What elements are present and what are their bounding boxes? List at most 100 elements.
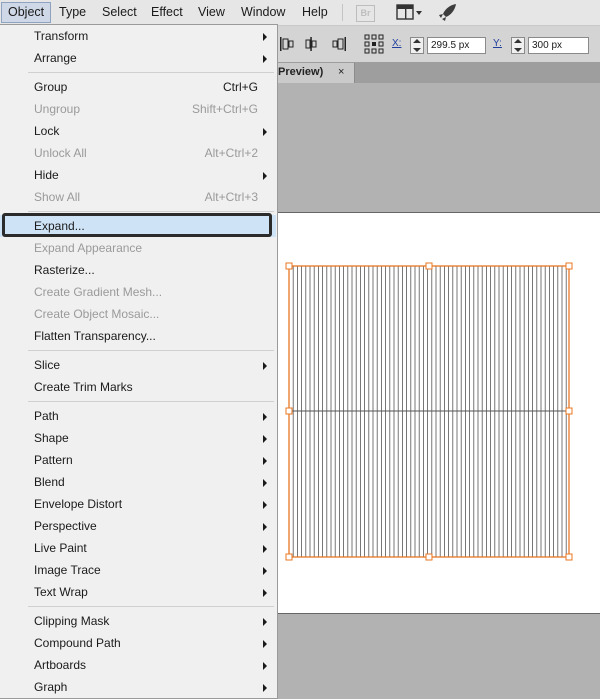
submenu-arrow-icon xyxy=(263,523,267,531)
submenu-arrow-icon xyxy=(263,172,267,180)
menu-item-shape[interactable]: Shape xyxy=(0,427,276,449)
menu-item-clipping-mask[interactable]: Clipping Mask xyxy=(0,610,276,632)
menu-item-label: Expand Appearance xyxy=(34,241,143,255)
menu-item-text-wrap[interactable]: Text Wrap xyxy=(0,581,276,603)
workspace-switcher-icon[interactable] xyxy=(396,4,424,21)
menu-item-pattern[interactable]: Pattern xyxy=(0,449,276,471)
menu-item-image-trace[interactable]: Image Trace xyxy=(0,559,276,581)
menu-item-label: Pattern xyxy=(34,453,73,467)
selected-striped-artwork[interactable] xyxy=(283,260,573,562)
menu-item-create-object-mosaic: Create Object Mosaic... xyxy=(0,303,276,325)
menu-item-label: Image Trace xyxy=(34,563,101,577)
menu-item-lock[interactable]: Lock xyxy=(0,120,276,142)
menu-item-label: Transform xyxy=(34,29,89,43)
menu-item-label: Create Trim Marks xyxy=(34,380,133,394)
submenu-arrow-icon xyxy=(263,545,267,553)
menu-item-label: Shape xyxy=(34,431,69,445)
x-field[interactable]: 299.5 px xyxy=(427,37,486,54)
menu-item-show-all: Show All Alt+Ctrl+3 xyxy=(0,186,276,208)
submenu-arrow-icon xyxy=(263,684,267,692)
submenu-arrow-icon xyxy=(263,662,267,670)
menu-type[interactable]: Type xyxy=(53,3,92,22)
menu-item-group[interactable]: Group Ctrl+G xyxy=(0,76,276,98)
menu-item-artboards[interactable]: Artboards xyxy=(0,654,276,676)
menu-item-label: Rasterize... xyxy=(34,263,95,277)
rocket-icon[interactable] xyxy=(438,3,458,22)
submenu-arrow-icon xyxy=(263,640,267,648)
submenu-arrow-icon xyxy=(263,33,267,41)
selection-handle[interactable] xyxy=(565,262,573,270)
menu-window[interactable]: Window xyxy=(235,3,291,22)
menu-separator xyxy=(28,401,274,402)
menu-item-label: Blend xyxy=(34,475,65,489)
submenu-arrow-icon xyxy=(263,479,267,487)
menu-item-hide[interactable]: Hide xyxy=(0,164,276,186)
menu-item-label: Show All xyxy=(34,190,81,204)
x-label: X: xyxy=(392,38,402,49)
align-right-icon[interactable] xyxy=(331,36,347,52)
y-field[interactable]: 300 px xyxy=(528,37,589,54)
selection-handle[interactable] xyxy=(285,553,293,561)
menu-item-live-paint[interactable]: Live Paint xyxy=(0,537,276,559)
align-left-icon[interactable] xyxy=(279,36,295,52)
menu-view[interactable]: View xyxy=(192,3,231,22)
submenu-arrow-icon xyxy=(263,435,267,443)
submenu-arrow-icon xyxy=(263,55,267,63)
document-tab-label: Preview) xyxy=(278,66,324,78)
menu-item-shortcut: Shift+Ctrl+G xyxy=(191,102,258,116)
menu-item-create-trim-marks[interactable]: Create Trim Marks xyxy=(0,376,276,398)
menu-item-transform[interactable]: Transform xyxy=(0,25,276,47)
selection-handle[interactable] xyxy=(425,262,433,270)
menu-item-flatten-transparency[interactable]: Flatten Transparency... xyxy=(0,325,276,347)
menu-item-blend[interactable]: Blend xyxy=(0,471,276,493)
x-stepper[interactable] xyxy=(410,37,424,54)
align-center-icon[interactable] xyxy=(303,36,319,52)
menu-item-label: Hide xyxy=(34,168,59,182)
menu-effect[interactable]: Effect xyxy=(145,3,189,22)
menu-item-label: Path xyxy=(34,409,59,423)
menu-help[interactable]: Help xyxy=(296,3,334,22)
menu-item-label: Live Paint xyxy=(34,541,87,555)
y-stepper[interactable] xyxy=(511,37,525,54)
menu-item-label: Perspective xyxy=(34,519,97,533)
menu-item-perspective[interactable]: Perspective xyxy=(0,515,276,537)
menu-item-label: Unlock All xyxy=(34,146,87,160)
selection-handle[interactable] xyxy=(565,407,573,415)
selection-handle[interactable] xyxy=(565,553,573,561)
close-icon[interactable]: × xyxy=(338,66,344,78)
menu-item-shortcut: Alt+Ctrl+3 xyxy=(204,190,258,204)
menu-item-envelope-distort[interactable]: Envelope Distort xyxy=(0,493,276,515)
menu-item-label: Text Wrap xyxy=(34,585,88,599)
menu-item-rasterize[interactable]: Rasterize... xyxy=(0,259,276,281)
selection-handle[interactable] xyxy=(285,262,293,270)
menu-item-arrange[interactable]: Arrange xyxy=(0,47,276,69)
menu-item-ungroup: Ungroup Shift+Ctrl+G xyxy=(0,98,276,120)
menu-item-label: Clipping Mask xyxy=(34,614,110,628)
menu-separator xyxy=(342,4,343,21)
menu-item-label: Create Gradient Mesh... xyxy=(34,285,163,299)
menu-item-create-gradient-mesh: Create Gradient Mesh... xyxy=(0,281,276,303)
menu-item-label: Compound Path xyxy=(34,636,121,650)
submenu-arrow-icon xyxy=(263,501,267,509)
reference-point-icon[interactable] xyxy=(364,34,384,54)
expand-highlight-callout xyxy=(2,213,272,237)
menu-bar: Object Type Select Effect View Window He… xyxy=(0,0,600,26)
menu-item-path[interactable]: Path xyxy=(0,405,276,427)
menu-object[interactable]: Object xyxy=(1,2,52,23)
selection-handle[interactable] xyxy=(285,407,293,415)
menu-item-slice[interactable]: Slice xyxy=(0,354,276,376)
selection-handle[interactable] xyxy=(425,553,433,561)
menu-select[interactable]: Select xyxy=(96,3,143,22)
menu-item-expand-appearance: Expand Appearance xyxy=(0,237,276,259)
submenu-arrow-icon xyxy=(263,589,267,597)
menu-item-unlock-all: Unlock All Alt+Ctrl+2 xyxy=(0,142,276,164)
menu-item-label: Group xyxy=(34,80,68,94)
menu-separator xyxy=(28,350,274,351)
menu-item-graph[interactable]: Graph xyxy=(0,676,276,698)
submenu-arrow-icon xyxy=(263,567,267,575)
menu-item-shortcut: Alt+Ctrl+2 xyxy=(204,146,258,160)
bridge-icon[interactable]: Br xyxy=(356,5,375,22)
menu-item-compound-path[interactable]: Compound Path xyxy=(0,632,276,654)
menu-separator xyxy=(28,606,274,607)
document-tab[interactable]: Preview) × xyxy=(270,63,355,83)
